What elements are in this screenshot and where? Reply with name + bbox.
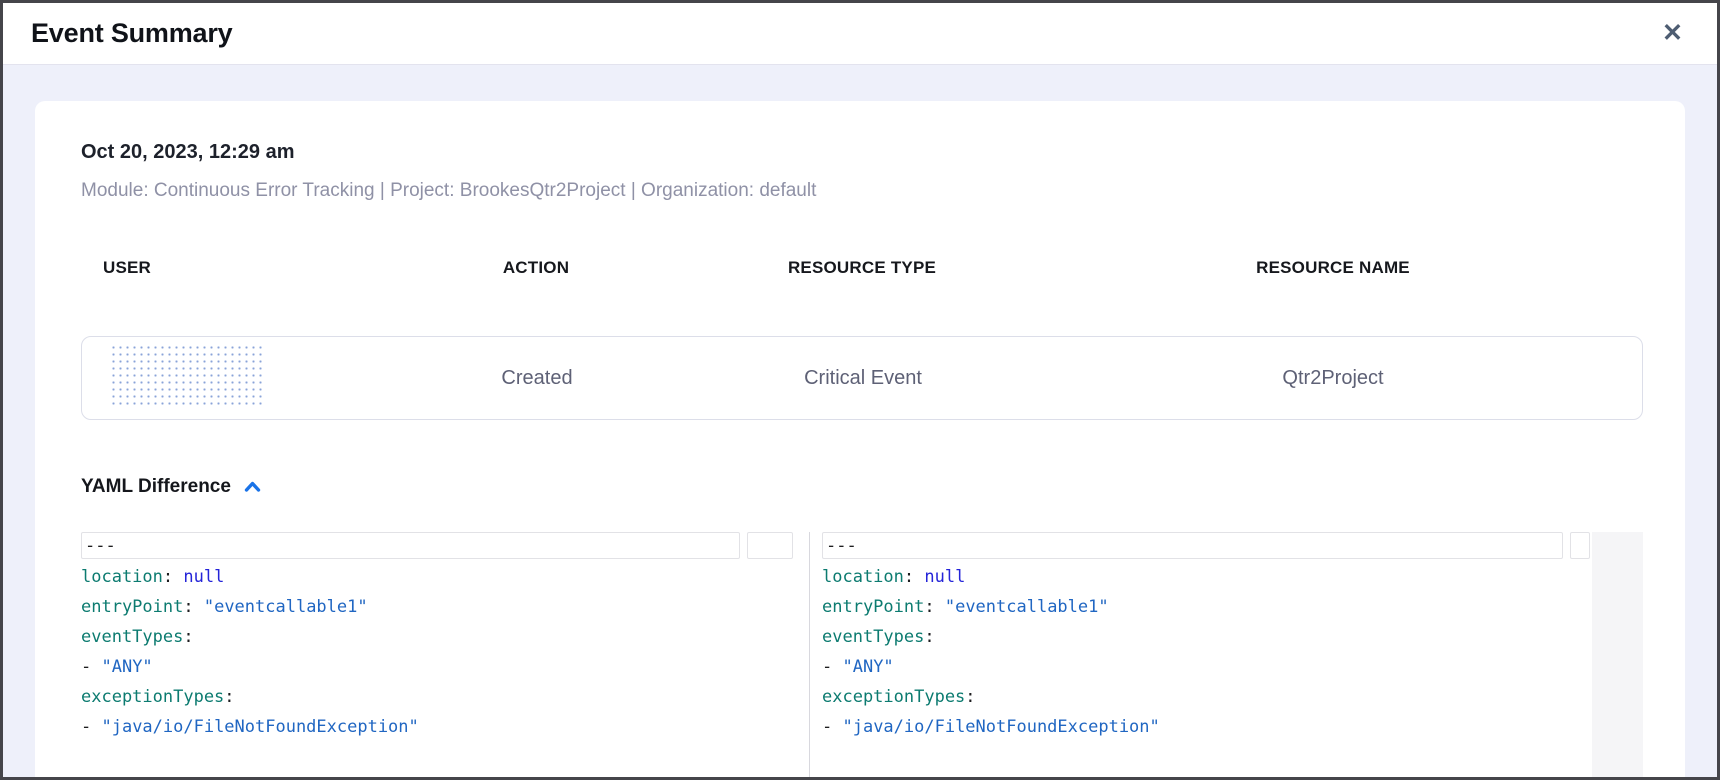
table-row: Created Critical Event Qtr2Project [81, 336, 1643, 420]
resource-name-cell: Qtr2Project [1024, 367, 1642, 390]
yaml-code-line: entryPoint: "eventcallable1" [81, 592, 793, 622]
vertical-scrollbar-track[interactable] [1592, 532, 1643, 777]
event-summary-modal: Event Summary ✕ Oct 20, 2023, 12:29 am M… [0, 0, 1720, 780]
column-header-action: ACTION [371, 258, 701, 278]
yaml-code-line: - "java/io/FileNotFoundException" [81, 712, 793, 742]
yaml-code-line: exceptionTypes: [822, 682, 1590, 712]
yaml-left-code: location: nullentryPoint: "eventcallable… [81, 562, 793, 777]
yaml-code-line: location: null [81, 562, 793, 592]
page-title: Event Summary [31, 18, 232, 49]
event-card: Oct 20, 2023, 12:29 am Module: Continuou… [35, 101, 1685, 777]
yaml-code-line: - "ANY" [822, 652, 1590, 682]
yaml-code-line: exceptionTypes: [81, 682, 793, 712]
yaml-code-line: - "ANY" [81, 652, 793, 682]
action-cell: Created [372, 367, 702, 390]
yaml-right-code: location: nullentryPoint: "eventcallable… [822, 562, 1590, 777]
yaml-right-first-line: --- [822, 532, 1563, 559]
yaml-right-first-line-end [1570, 532, 1590, 559]
yaml-diff-viewer: --- location: nullentryPoint: "eventcall… [81, 532, 1643, 777]
column-header-user: USER [81, 258, 371, 278]
column-header-resource-type: RESOURCE TYPE [701, 258, 1023, 278]
event-meta-line: Module: Continuous Error Tracking | Proj… [81, 180, 1643, 202]
column-header-resource-name: RESOURCE NAME [1023, 258, 1643, 278]
yaml-difference-label: YAML Difference [81, 476, 231, 498]
yaml-difference-toggle[interactable]: YAML Difference [81, 476, 262, 498]
yaml-right-first-line-row: --- [822, 532, 1590, 559]
audit-table-header: USER ACTION RESOURCE TYPE RESOURCE NAME [81, 258, 1643, 278]
event-timestamp: Oct 20, 2023, 12:29 am [81, 141, 1643, 164]
modal-body: Oct 20, 2023, 12:29 am Module: Continuou… [3, 65, 1717, 777]
modal-header: Event Summary ✕ [3, 3, 1717, 65]
panel-divider [809, 532, 810, 777]
chevron-up-icon[interactable] [243, 479, 262, 495]
yaml-panel-left[interactable]: --- location: nullentryPoint: "eventcall… [81, 532, 793, 777]
yaml-code-line: location: null [822, 562, 1590, 592]
yaml-code-line: - "java/io/FileNotFoundException" [822, 712, 1590, 742]
yaml-code-line: entryPoint: "eventcallable1" [822, 592, 1590, 622]
yaml-left-first-line: --- [81, 532, 740, 559]
close-icon[interactable]: ✕ [1658, 17, 1687, 50]
yaml-panel-right-wrap: --- location: nullentryPoint: "eventcall… [822, 532, 1643, 777]
yaml-left-first-line-end [747, 532, 793, 559]
redacted-user-avatar [110, 344, 262, 406]
user-cell [82, 344, 372, 412]
yaml-code-line: eventTypes: [822, 622, 1590, 652]
yaml-panel-right[interactable]: --- location: nullentryPoint: "eventcall… [822, 532, 1590, 777]
yaml-code-line: eventTypes: [81, 622, 793, 652]
yaml-left-first-line-row: --- [81, 532, 793, 559]
resource-type-cell: Critical Event [702, 367, 1024, 390]
